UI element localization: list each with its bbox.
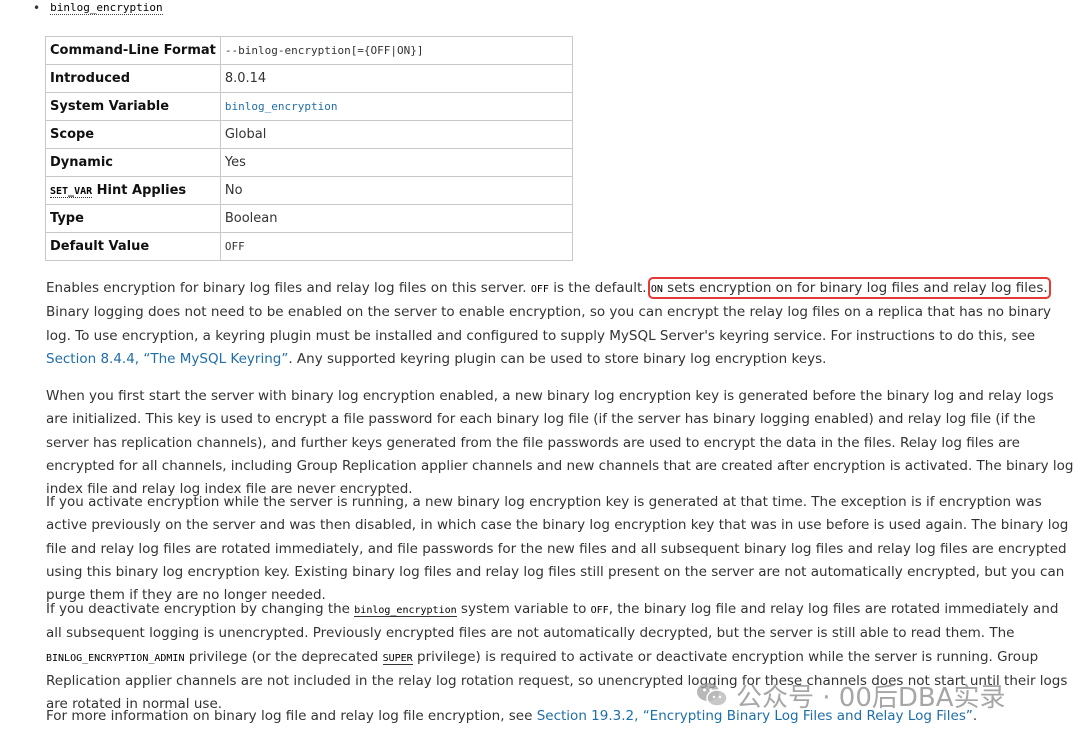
binlog-encryption-link[interactable]: binlog_encryption (354, 605, 457, 617)
row-key-suffix: Hint Applies (92, 183, 187, 198)
row-key: Dynamic (45, 148, 221, 177)
watermark-text: 公众号 · 00后DBA实录 (736, 682, 1006, 713)
text: system variable to (456, 601, 591, 617)
row-value: --binlog-encryption[={OFF|ON}] (219, 36, 574, 65)
code-on: ON (650, 284, 663, 295)
code-privilege: BINLOG_ENCRYPTION_ADMIN (46, 652, 185, 664)
text: If you deactivate encryption by changing… (46, 601, 355, 617)
code-off: OFF (530, 284, 549, 295)
row-key: Default Value (45, 232, 221, 261)
table-row: Dynamic Yes (45, 148, 574, 177)
text: privilege (or the deprecated (184, 648, 383, 665)
row-key: System Variable (45, 92, 221, 121)
row-value: OFF (219, 232, 574, 261)
row-value: Global (219, 120, 574, 149)
super-privilege-link[interactable]: SUPER (382, 652, 413, 665)
row-value: 8.0.14 (219, 64, 574, 93)
option-name-link[interactable]: binlog_encryption (50, 1, 163, 15)
row-value: Boolean (219, 204, 574, 233)
bullet-icon: • (33, 1, 41, 15)
table-row: Command-Line Format --binlog-encryption[… (45, 36, 574, 65)
wechat-icon (697, 683, 728, 707)
table-row: Type Boolean (45, 204, 574, 233)
watermark: 公众号 · 00后DBA实录 (696, 675, 1006, 715)
option-heading: • binlog_encryption (33, 0, 163, 16)
row-value: No (219, 176, 574, 205)
row-key: Command-Line Format (45, 36, 221, 65)
keyring-section-link[interactable]: Section 8.4.4, “The MySQL Keyring” (46, 351, 288, 367)
system-variable-link[interactable]: binlog_encryption (225, 100, 338, 113)
row-key: Scope (45, 120, 221, 149)
paragraph-first-start: When you first start the server with bin… (46, 388, 1074, 498)
table-row: Introduced 8.0.14 (45, 64, 574, 93)
highlighted-sentence: ON sets encryption on for binary log fil… (647, 277, 1051, 299)
text: Binary logging does not need to be enabl… (46, 304, 1052, 344)
text: sets encryption on for binary log files … (662, 280, 1048, 296)
row-key: Type (45, 204, 221, 233)
text: is the default. (548, 280, 651, 296)
option-properties-table: Command-Line Format --binlog-encryption[… (45, 36, 574, 261)
text: Enables encryption for binary log files … (46, 280, 531, 296)
table-row: System Variable binlog_encryption (45, 92, 574, 121)
text: For more information on binary log file … (46, 708, 537, 724)
text: . Any supported keyring plugin can be us… (288, 350, 827, 367)
paragraph-enables-encryption: Enables encryption for binary log files … (46, 277, 1074, 371)
table-row: Scope Global (45, 120, 574, 149)
row-value: Yes (219, 148, 574, 177)
row-key: SET_VAR Hint Applies (45, 176, 221, 205)
row-key: Introduced (45, 64, 221, 93)
code-off: OFF (590, 605, 609, 616)
paragraph-activate-running: If you activate encryption while the ser… (46, 494, 1069, 604)
table-row: Default Value OFF (45, 232, 574, 261)
table-row: SET_VAR Hint Applies No (45, 176, 574, 205)
set-var-hint-link[interactable]: SET_VAR (50, 186, 93, 198)
